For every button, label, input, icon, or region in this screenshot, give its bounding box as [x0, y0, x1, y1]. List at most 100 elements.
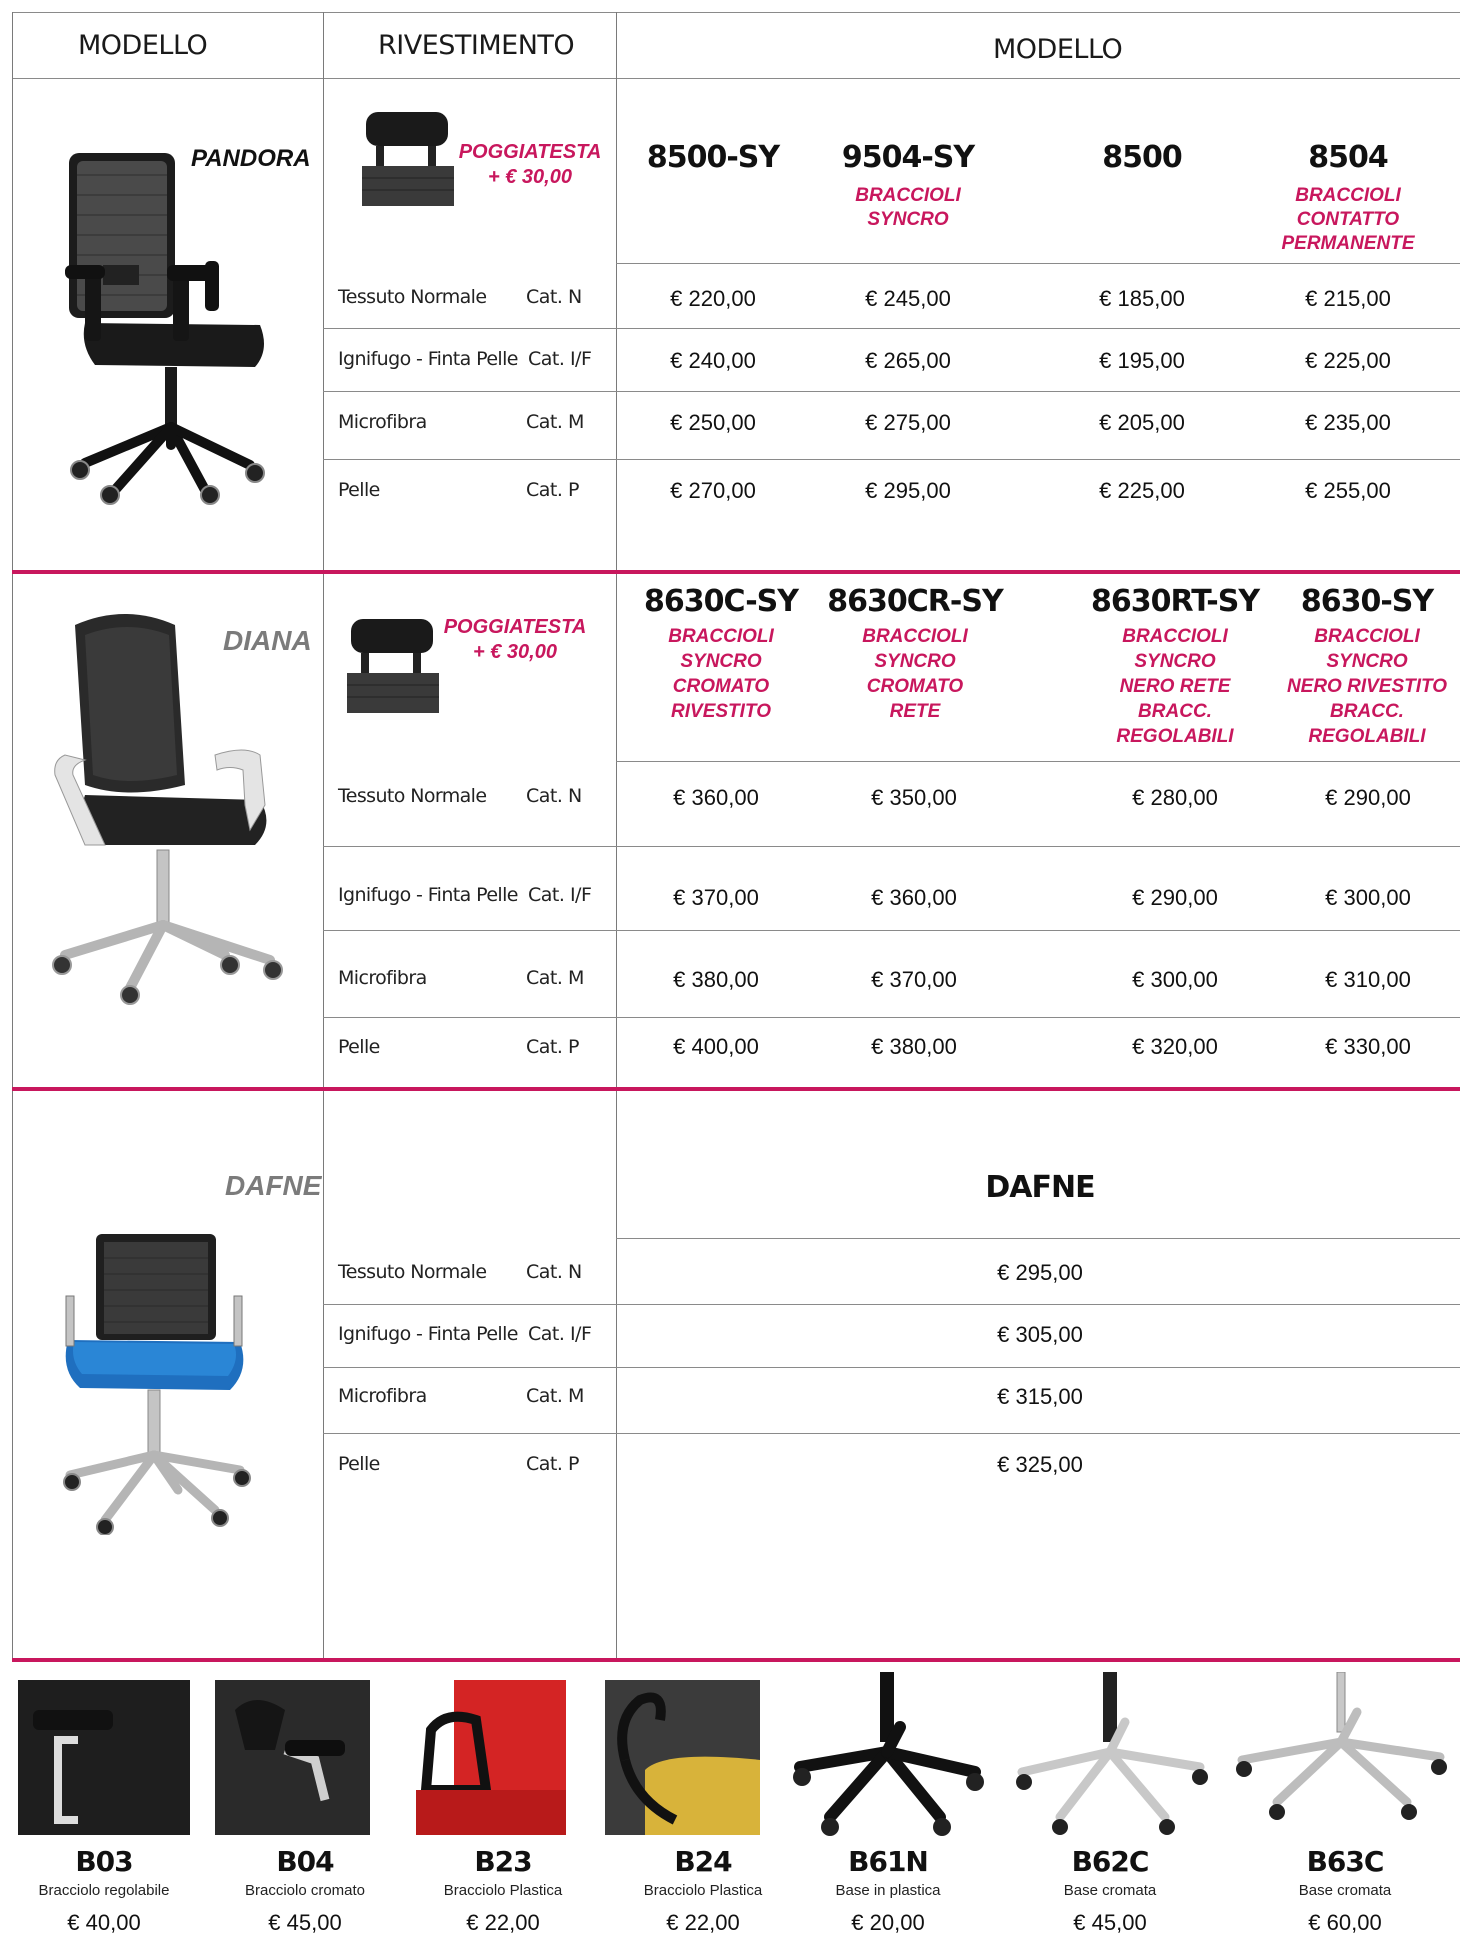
covering-label: Ignifugo - Finta Pelle — [338, 884, 518, 906]
accessory-description: Bracciolo Plastica — [443, 1882, 563, 1899]
row-line — [323, 459, 1460, 460]
diana-headrest-label: POGGIATESTA + € 30,00 — [443, 616, 587, 663]
covering-label: Tessuto Normale — [338, 785, 487, 807]
accessory-price: € 20,00 — [851, 1910, 925, 1935]
price-cell: € 300,00 — [1325, 885, 1411, 910]
accessory-description: Bracciolo Plastica — [643, 1882, 763, 1899]
accessory-code: B61N — [848, 1845, 929, 1878]
section-divider — [12, 1658, 1460, 1662]
price-cell: € 275,00 — [865, 410, 951, 435]
covering-label: Pelle — [338, 1453, 380, 1475]
price-cell: € 290,00 — [1325, 785, 1411, 810]
accessory-price: € 60,00 — [1308, 1910, 1382, 1935]
row-line — [616, 761, 1460, 762]
price-cell: € 325,00 — [997, 1452, 1083, 1477]
covering-label: Ignifugo - Finta Pelle — [338, 1323, 518, 1345]
accessory-code: B62C — [1071, 1845, 1150, 1878]
diana-model-note: REGOLABILI — [1116, 726, 1234, 747]
covering-category: Cat. P — [526, 479, 579, 501]
price-cell: € 195,00 — [1099, 348, 1185, 373]
covering-category: Cat. P — [526, 1453, 579, 1475]
row-line — [323, 930, 1460, 931]
price-cell: € 185,00 — [1099, 286, 1185, 311]
pandora-model-code: 9504-SY — [841, 140, 975, 175]
diana-model-note: SYNCRO — [874, 651, 956, 672]
covering-label: Microfibra — [338, 411, 427, 433]
accessory-price: € 45,00 — [268, 1910, 342, 1935]
price-cell: € 370,00 — [871, 967, 957, 992]
pandora-model-code: 8500-SY — [646, 140, 780, 175]
row-line — [323, 1367, 1460, 1368]
covering-category: Cat. I/F — [528, 1323, 592, 1345]
accessory-image-b24 — [605, 1680, 760, 1835]
diana-model-note: SYNCRO — [1326, 651, 1408, 672]
header-modello-right: MODELLO — [993, 34, 1123, 65]
accessory-price: € 45,00 — [1073, 1910, 1147, 1935]
pandora-model-note: SYNCRO — [867, 209, 949, 230]
covering-category: Cat. N — [526, 785, 582, 807]
price-cell: € 370,00 — [673, 885, 759, 910]
diana-model-note: NERO RIVESTITO — [1286, 676, 1448, 697]
price-cell: € 360,00 — [673, 785, 759, 810]
covering-category: Cat. N — [526, 1261, 582, 1283]
headrest-image — [362, 112, 454, 206]
accessory-description: Base in plastica — [835, 1882, 941, 1899]
diana-model-note: BRACCIOLI — [862, 626, 968, 647]
price-cell: € 330,00 — [1325, 1034, 1411, 1059]
diana-model-note: BRACC. — [1330, 701, 1404, 722]
diana-model-note: BRACCIOLI — [1122, 626, 1228, 647]
row-line — [616, 1238, 1460, 1239]
accessory-image-b03 — [18, 1680, 190, 1835]
row-line — [323, 391, 1460, 392]
row-line — [323, 1433, 1460, 1434]
diana-model-code: 8630CR-SY — [827, 584, 1003, 619]
diana-model-note: BRACCIOLI — [668, 626, 774, 647]
header-bottom-border — [12, 78, 1460, 79]
diana-model-code: 8630C-SY — [644, 584, 799, 619]
table-top-border — [12, 12, 1460, 13]
diana-model-note: REGOLABILI — [1308, 726, 1426, 747]
row-line — [323, 1017, 1460, 1018]
accessory-description: Bracciolo cromato — [244, 1882, 366, 1899]
accessory-description: Base cromata — [1298, 1882, 1392, 1899]
covering-category: Cat. M — [526, 1385, 584, 1407]
price-cell: € 265,00 — [865, 348, 951, 373]
accessory-image-b23 — [406, 1680, 566, 1835]
covering-category: Cat. I/F — [528, 884, 592, 906]
diana-model-note: RIVESTITO — [671, 701, 771, 722]
diana-chair-image — [52, 614, 283, 1005]
diana-model-note: CROMATO — [866, 676, 964, 697]
price-cell: € 295,00 — [865, 478, 951, 503]
pandora-model-code: 8504 — [1308, 140, 1388, 175]
price-cell: € 205,00 — [1099, 410, 1185, 435]
price-cell: € 225,00 — [1305, 348, 1391, 373]
diana-model-note: SYNCRO — [680, 651, 762, 672]
price-cell: € 350,00 — [871, 785, 957, 810]
section-divider — [12, 570, 1460, 574]
covering-label: Ignifugo - Finta Pelle — [338, 348, 518, 370]
diana-model-code: 8630-SY — [1300, 584, 1434, 619]
row-line — [323, 846, 1460, 847]
column-divider-1 — [323, 12, 324, 1660]
covering-label: Microfibra — [338, 1385, 427, 1407]
diana-model-note: BRACC. — [1138, 701, 1212, 722]
row-line — [323, 328, 1460, 329]
price-cell: € 295,00 — [997, 1260, 1083, 1285]
accessory-price: € 22,00 — [466, 1910, 540, 1935]
covering-category: Cat. M — [526, 967, 584, 989]
pandora-model-note: CONTATTO — [1296, 209, 1400, 230]
pandora-chair-image — [65, 153, 265, 505]
price-cell: € 290,00 — [1132, 885, 1218, 910]
section-divider — [12, 1087, 1460, 1091]
covering-label: Tessuto Normale — [338, 1261, 487, 1283]
price-cell: € 250,00 — [670, 410, 756, 435]
row-line — [616, 263, 1460, 264]
price-cell: € 310,00 — [1325, 967, 1411, 992]
price-cell: € 380,00 — [871, 1034, 957, 1059]
covering-category: Cat. P — [526, 1036, 579, 1058]
diana-model-note: CROMATO — [672, 676, 770, 697]
accessory-image-b63c — [1236, 1672, 1447, 1820]
accessory-image-b62c — [1016, 1672, 1208, 1835]
price-cell: € 360,00 — [871, 885, 957, 910]
price-cell: € 305,00 — [997, 1322, 1083, 1347]
